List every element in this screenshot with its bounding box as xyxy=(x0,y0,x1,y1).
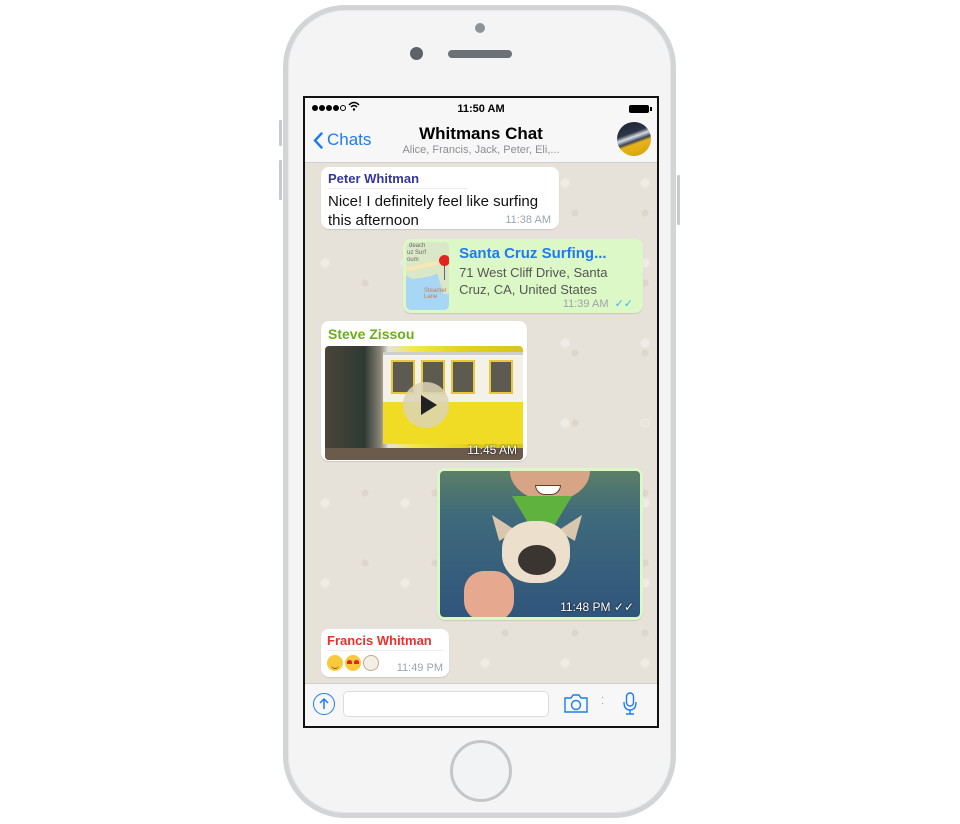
video-thumbnail[interactable]: 11:45 AM xyxy=(325,346,523,460)
front-camera xyxy=(410,47,423,60)
chat-title[interactable]: Whitmans Chat xyxy=(305,124,657,144)
status-time: 11:50 AM xyxy=(457,103,505,115)
message-time: 11:49 PM xyxy=(396,662,443,674)
map-label: Steamer Lane xyxy=(424,288,447,300)
photo-message[interactable]: 11:48 PM ✓✓ xyxy=(437,468,643,620)
location-message[interactable]: deach uz Surf oum Steamer Lane Santa Cru… xyxy=(403,239,643,313)
map-pin-icon xyxy=(439,255,450,266)
phone-screen: 11:50 AM Chats Whitmans Chat Alice, Fran… xyxy=(303,96,659,728)
message-input[interactable] xyxy=(343,691,549,717)
message-bubble-incoming[interactable]: Peter Whitman Nice! I definitely feel li… xyxy=(321,167,559,229)
volume-button xyxy=(279,120,282,146)
heart-eyes-face-icon xyxy=(345,655,361,671)
message-bubble-incoming[interactable]: Francis Whitman 11:49 PM xyxy=(321,629,449,677)
battery-icon xyxy=(629,105,652,113)
message-time: 11:45 AM xyxy=(467,443,517,457)
volume-button xyxy=(279,160,282,200)
photo-thumbnail[interactable]: 11:48 PM ✓✓ xyxy=(440,471,640,617)
message-time: 11:39 AM xyxy=(562,298,609,310)
map-label: deach xyxy=(409,243,426,249)
camera-icon[interactable] xyxy=(564,694,588,713)
location-address: 71 West Cliff Drive, Santa Cruz, CA, Uni… xyxy=(459,265,608,297)
group-avatar[interactable] xyxy=(617,122,651,156)
earpiece-speaker xyxy=(448,50,512,58)
arrow-up-icon xyxy=(319,698,329,709)
proximity-sensor xyxy=(475,23,485,33)
message-time: 11:48 PM xyxy=(560,600,611,614)
message-time: 11:38 AM xyxy=(505,214,551,226)
message-input-bar: · · xyxy=(305,683,657,726)
dog-face-icon xyxy=(363,655,379,671)
relieved-face-icon xyxy=(327,655,343,671)
separator: · · xyxy=(601,692,605,709)
chat-header: Chats Whitmans Chat Alice, Francis, Jack… xyxy=(305,120,657,163)
attach-button[interactable] xyxy=(313,693,335,715)
message-list[interactable]: Peter Whitman Nice! I definitely feel li… xyxy=(305,163,657,684)
home-button[interactable] xyxy=(450,740,512,802)
sender-name: Steve Zissou xyxy=(328,326,415,342)
video-message[interactable]: Steve Zissou 11:45 AM xyxy=(321,321,527,461)
sender-name: Peter Whitman xyxy=(328,171,468,189)
sender-name: Francis Whitman xyxy=(327,633,443,651)
power-button xyxy=(677,175,680,225)
microphone-icon[interactable] xyxy=(623,692,637,716)
play-icon[interactable] xyxy=(403,382,449,428)
chat-participants[interactable]: Alice, Francis, Jack, Peter, Eli,... xyxy=(305,144,657,156)
read-ticks-icon: ✓✓ xyxy=(614,298,633,310)
status-bar: 11:50 AM xyxy=(305,98,657,120)
map-thumbnail[interactable]: deach uz Surf oum Steamer Lane xyxy=(406,242,450,310)
location-title[interactable]: Santa Cruz Surfing... xyxy=(459,245,640,262)
map-label: uz Surf xyxy=(407,250,427,256)
map-label: oum xyxy=(407,257,419,263)
delivered-ticks-icon: ✓✓ xyxy=(613,600,634,614)
